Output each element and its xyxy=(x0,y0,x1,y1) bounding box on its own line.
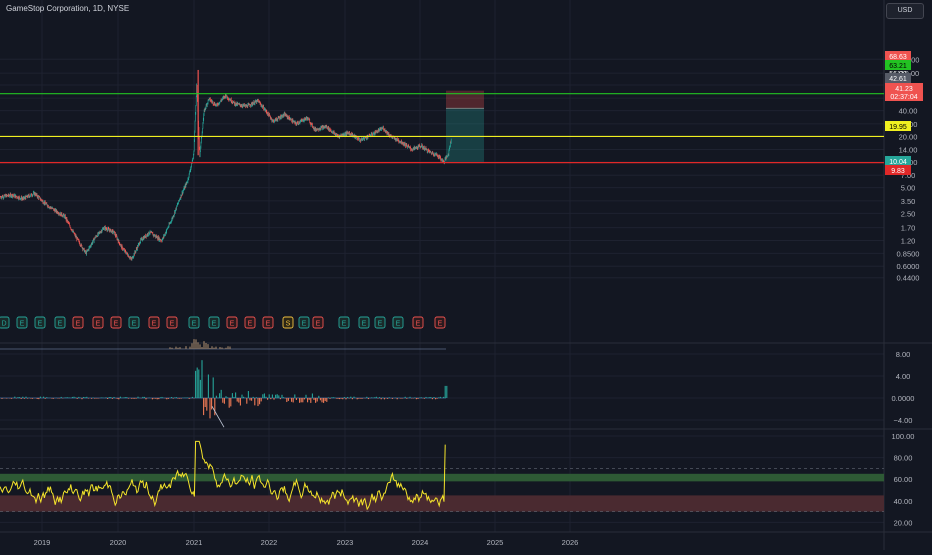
price-badge-green-line: 63.21 xyxy=(885,60,911,70)
event-label: E xyxy=(438,321,443,328)
event-label: E xyxy=(396,321,401,328)
event-marker-earnings-pos[interactable]: E xyxy=(298,316,310,329)
price-badge-text: 10.04 xyxy=(889,159,907,166)
event-label: E xyxy=(170,321,175,328)
event-marker-earnings-neg[interactable]: E xyxy=(72,316,84,329)
time-tick-label: 2024 xyxy=(412,538,429,547)
event-label: E xyxy=(20,321,25,328)
rsi-tick-label: 20.00 xyxy=(894,518,913,527)
event-marker-earnings-pos[interactable]: E xyxy=(16,316,28,329)
price-badge-target-stop: 68.63 xyxy=(885,51,911,61)
price-tick-label: 1.20 xyxy=(901,237,916,246)
chart-title: GameStop Corporation, 1D, NYSE xyxy=(6,4,130,13)
price-tick-label: 1.70 xyxy=(901,224,916,233)
rsi-tick-label: 60.00 xyxy=(894,475,913,484)
event-marker-earnings-neg[interactable]: E xyxy=(312,316,324,329)
price-badge-text: 02:37:04 xyxy=(890,94,917,101)
event-label: D xyxy=(1,321,6,328)
price-badge-yellow-line: 19.95 xyxy=(885,121,911,131)
price-badge-countdown: 02:37:04 xyxy=(885,91,923,101)
event-label: E xyxy=(38,321,43,328)
event-label: E xyxy=(212,321,217,328)
time-tick-label: 2026 xyxy=(562,538,579,547)
event-label: E xyxy=(378,321,383,328)
event-label: E xyxy=(96,321,101,328)
event-marker-earnings-neg[interactable]: E xyxy=(262,316,274,329)
event-marker-earnings-neg[interactable]: E xyxy=(244,316,256,329)
event-label: E xyxy=(114,321,119,328)
event-label: E xyxy=(192,321,197,328)
event-label: E xyxy=(248,321,253,328)
time-tick-label: 2020 xyxy=(110,538,127,547)
chart-canvas[interactable]: DEEEEEEEEEEEEEESEEEEEEEE 160.00110.0080.… xyxy=(0,0,932,550)
price-badge-target: 10.04 xyxy=(885,156,911,166)
event-marker-earnings-pos[interactable]: E xyxy=(358,316,370,329)
event-marker-earnings-pos[interactable]: E xyxy=(54,316,66,329)
time-tick-label: 2019 xyxy=(34,538,51,547)
event-label: E xyxy=(76,321,81,328)
rsi-tick-label: 80.00 xyxy=(894,454,913,463)
price-badge-red-line: 9.83 xyxy=(885,165,911,175)
event-marker-earnings-pos[interactable]: E xyxy=(374,316,386,329)
event-marker-earnings-neg[interactable]: E xyxy=(434,316,446,329)
rsi-tick-label: 100.00 xyxy=(892,432,915,441)
time-tick-label: 2022 xyxy=(261,538,278,547)
event-marker-earnings-pos[interactable]: E xyxy=(338,316,350,329)
time-tick-label: 2023 xyxy=(337,538,354,547)
event-marker-earnings-neg[interactable]: E xyxy=(412,316,424,329)
event-marker-earnings-pos[interactable]: E xyxy=(128,316,140,329)
price-tick-label: 0.6000 xyxy=(897,262,920,271)
price-badge-text: 19.95 xyxy=(889,124,907,131)
price-badge-text: 68.63 xyxy=(889,54,907,61)
chart-background xyxy=(0,0,932,550)
event-marker-earnings-pos[interactable]: E xyxy=(392,316,404,329)
price-badge-text: 9.83 xyxy=(891,168,905,175)
price-tick-label: 3.50 xyxy=(901,197,916,206)
event-label: S xyxy=(286,321,291,328)
price-tick-label: 2.50 xyxy=(901,209,916,218)
event-label: E xyxy=(58,321,63,328)
event-label: E xyxy=(416,321,421,328)
macd-tick-label: 8.00 xyxy=(896,350,911,359)
event-marker-dividend[interactable]: D xyxy=(0,316,10,329)
price-badge-text: 42.61 xyxy=(889,76,907,83)
event-label: E xyxy=(316,321,321,328)
price-tick-label: 14.00 xyxy=(899,146,918,155)
event-marker-earnings-pos[interactable]: E xyxy=(34,316,46,329)
event-marker-earnings-neg[interactable]: E xyxy=(226,316,238,329)
price-tick-label: 5.00 xyxy=(901,184,916,193)
price-badge-text: 63.21 xyxy=(889,63,907,70)
event-label: E xyxy=(266,321,271,328)
event-label: E xyxy=(152,321,157,328)
event-marker-earnings-neg[interactable]: E xyxy=(148,316,160,329)
short-position-tool[interactable] xyxy=(446,90,484,162)
event-marker-earnings-neg[interactable]: E xyxy=(92,316,104,329)
price-tick-label: 40.00 xyxy=(899,107,918,116)
event-marker-earnings-neg[interactable]: E xyxy=(110,316,122,329)
macd-tick-label: 0.0000 xyxy=(892,394,915,403)
currency-button[interactable]: USD xyxy=(886,3,924,19)
event-label: E xyxy=(302,321,307,328)
event-marker-split[interactable]: S xyxy=(282,316,294,329)
time-tick-label: 2025 xyxy=(487,538,504,547)
event-marker-earnings-pos[interactable]: E xyxy=(208,316,220,329)
time-tick-label: 2021 xyxy=(186,538,203,547)
macd-tick-label: −4.00 xyxy=(894,416,913,425)
price-tick-label: 0.8500 xyxy=(897,249,920,258)
event-marker-earnings-pos[interactable]: E xyxy=(188,316,200,329)
event-marker-earnings-neg[interactable]: E xyxy=(166,316,178,329)
take-profit-zone xyxy=(446,108,484,162)
price-tick-label: 20.00 xyxy=(899,132,918,141)
price-tick-label: 0.4400 xyxy=(897,274,920,283)
price-badge-entry: 42.61 xyxy=(885,73,911,83)
event-label: E xyxy=(132,321,137,328)
event-label: E xyxy=(362,321,367,328)
event-label: E xyxy=(342,321,347,328)
event-label: E xyxy=(230,321,235,328)
rsi-tick-label: 40.00 xyxy=(894,497,913,506)
macd-tick-label: 4.00 xyxy=(896,372,911,381)
